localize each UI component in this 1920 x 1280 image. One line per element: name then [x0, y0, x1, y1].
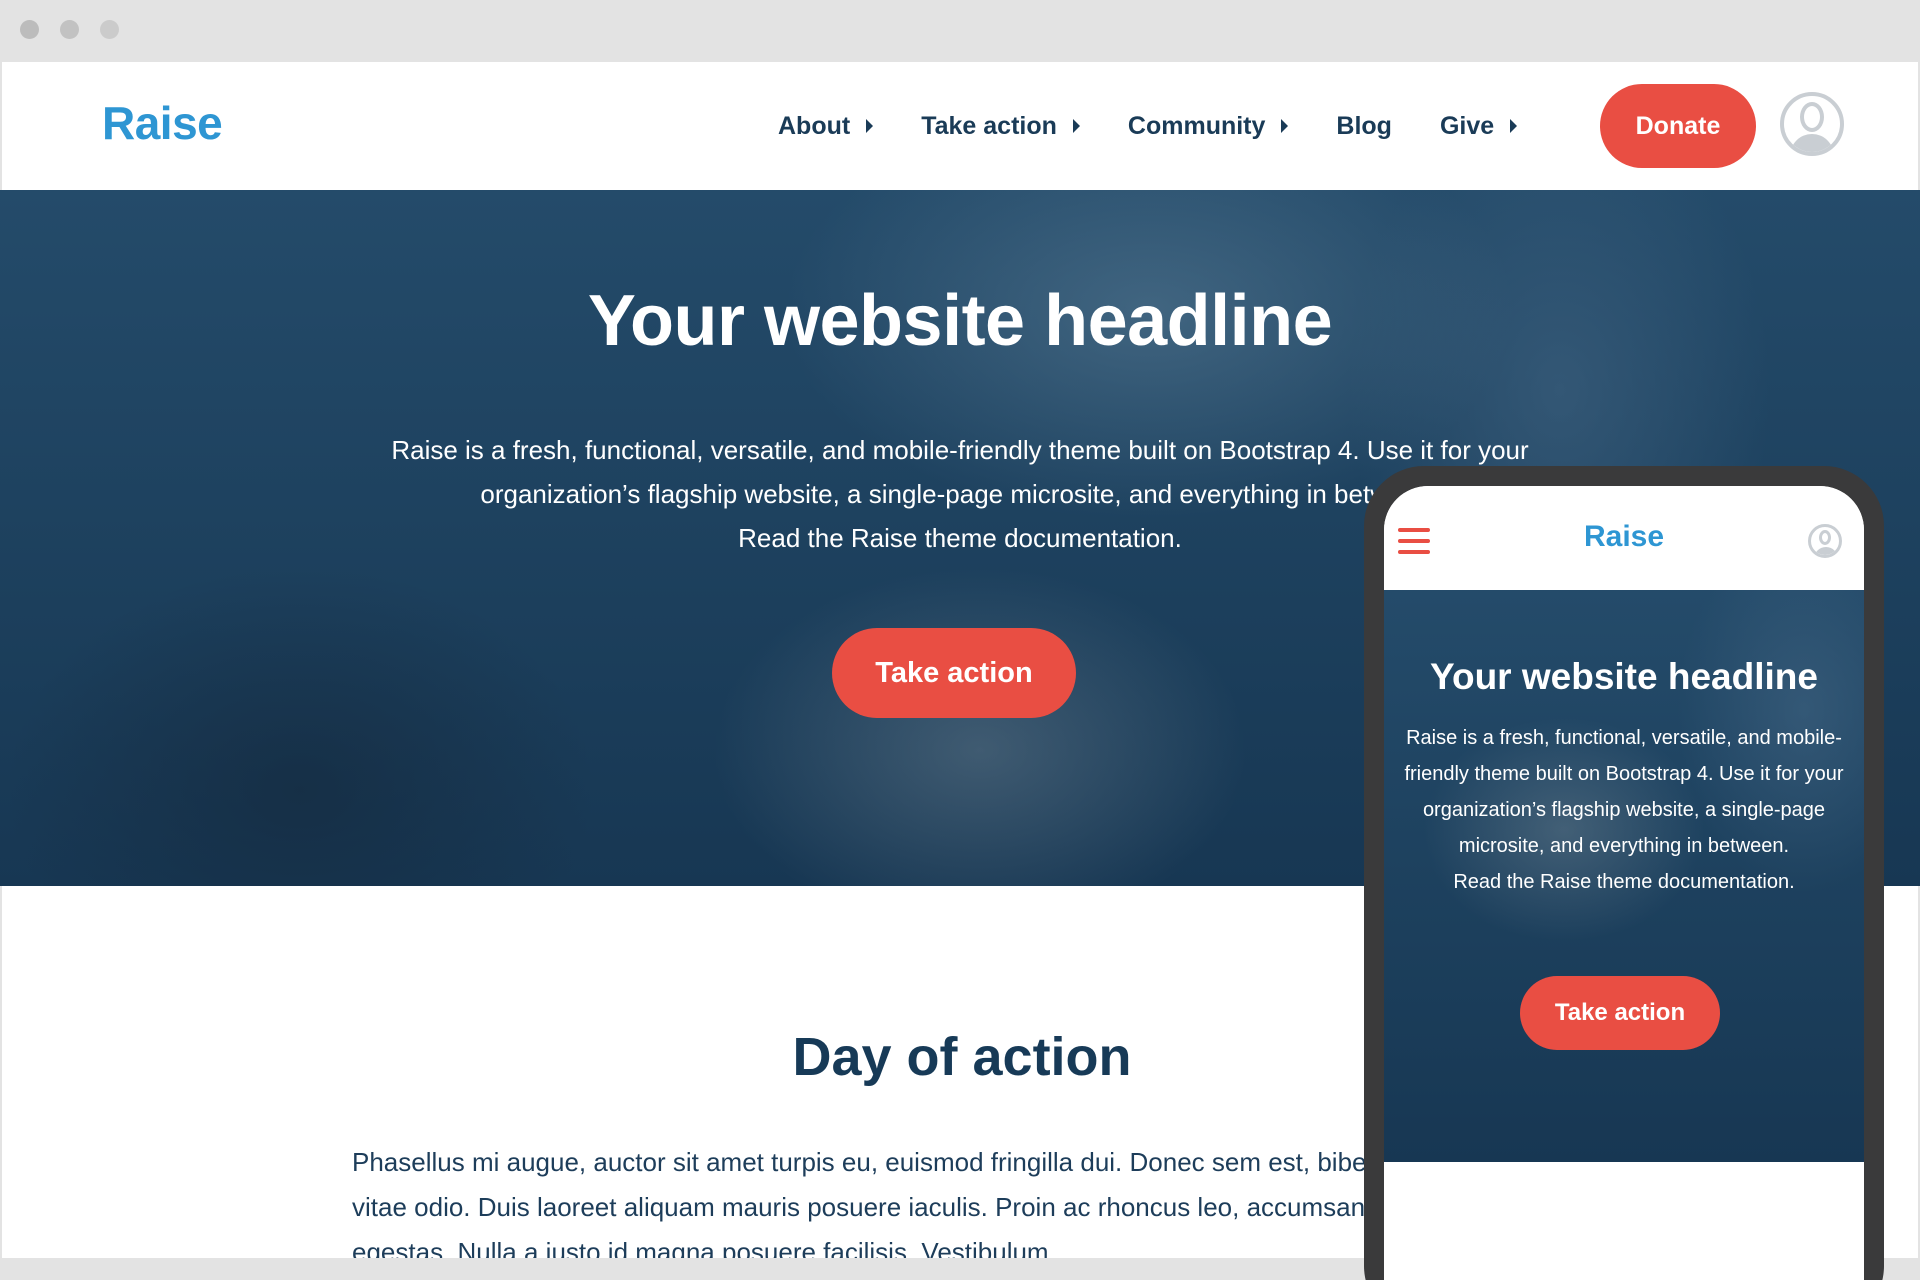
caret-right-icon — [1281, 119, 1289, 133]
nav-item-about[interactable]: About — [778, 111, 874, 141]
caret-right-icon — [1072, 119, 1080, 133]
window-minimize-dot[interactable] — [60, 20, 79, 39]
nav-item-take-action[interactable]: Take action — [921, 112, 1080, 141]
mobile-content-area — [1384, 1162, 1864, 1280]
mobile-logo[interactable]: Raise — [1384, 520, 1864, 554]
nav-item-blog[interactable]: Blog — [1336, 112, 1392, 141]
avatar-body-shape — [1790, 134, 1834, 152]
user-avatar-icon[interactable] — [1780, 92, 1844, 156]
avatar-body-shape — [1814, 547, 1838, 555]
mobile-hero-description-text: Raise is a fresh, functional, versatile,… — [1404, 727, 1844, 857]
take-action-button[interactable]: Take action — [832, 628, 1076, 718]
browser-window: Raise About Take action Community Blog G… — [0, 0, 1920, 1280]
mobile-hero-description: Raise is a fresh, functional, versatile,… — [1404, 720, 1844, 900]
mobile-screen: Raise Your website headline Raise is a f… — [1384, 486, 1864, 1280]
hero-headline: Your website headline — [587, 281, 1333, 361]
avatar-head-shape — [1819, 530, 1831, 545]
mobile-header: Raise — [1384, 486, 1864, 590]
mobile-phone-mockup: Raise Your website headline Raise is a f… — [1364, 466, 1884, 1280]
browser-title-bar — [0, 0, 1920, 62]
nav-item-label: About — [778, 111, 851, 140]
caret-right-icon — [866, 119, 874, 133]
site-header: Raise About Take action Community Blog G… — [0, 62, 1920, 190]
mobile-hero-headline: Your website headline — [1430, 656, 1818, 697]
window-close-dot[interactable] — [20, 20, 39, 39]
window-maximize-dot[interactable] — [100, 20, 119, 39]
nav-item-give[interactable]: Give — [1439, 111, 1518, 141]
mobile-take-action-button[interactable]: Take action — [1520, 976, 1720, 1050]
mobile-documentation-link[interactable]: Read the Raise theme documentation. — [1404, 864, 1844, 900]
nav-item-label: Community — [1127, 111, 1266, 140]
mobile-avatar-icon[interactable] — [1808, 524, 1842, 558]
donate-button[interactable]: Donate — [1600, 84, 1756, 168]
nav-item-label: Take action — [921, 111, 1057, 140]
documentation-link[interactable]: Read the Raise theme documentation. — [738, 523, 1182, 553]
site-logo[interactable]: Raise — [102, 96, 223, 150]
nav-item-label: Blog — [1336, 111, 1392, 140]
main-navigation: About Take action Community Blog Give — [778, 106, 1565, 146]
mobile-hero-section: Your website headline Raise is a fresh, … — [1384, 590, 1864, 1162]
hero-description-text: Raise is a fresh, functional, versatile,… — [391, 435, 1529, 509]
nav-item-community[interactable]: Community — [1128, 112, 1289, 141]
nav-item-label: Give — [1439, 111, 1495, 140]
avatar-head-shape — [1800, 102, 1824, 132]
caret-right-icon — [1510, 119, 1518, 133]
